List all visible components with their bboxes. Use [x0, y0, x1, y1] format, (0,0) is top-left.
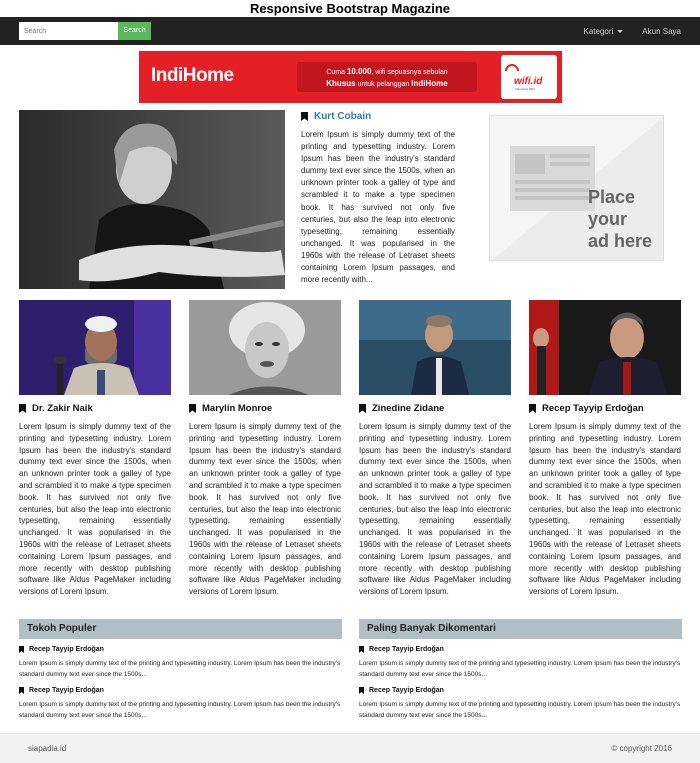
list-item: Recep Tayyip Erdoğan Lorem Ipsum is simp… [359, 686, 682, 721]
top-navbar: Search Kategori Akun Saya [0, 17, 700, 45]
article-photo[interactable] [19, 300, 171, 395]
list-item-text: Lorem Ipsum is simply dummy text of the … [19, 660, 341, 678]
kategori-dropdown[interactable]: Kategori [584, 27, 624, 36]
featured-photo[interactable] [19, 110, 285, 289]
bookmark-icon [359, 646, 364, 653]
footer-copyright: © copyright 2016 [611, 744, 672, 753]
ad-placeholder[interactable]: Place your ad here [489, 115, 664, 261]
list-item-title[interactable]: Recep Tayyip Erdoğan [19, 686, 342, 695]
article-title[interactable]: Marylin Monroe [189, 402, 341, 415]
indihome-logo: IndiHome [151, 65, 234, 86]
indihome-banner-ad[interactable]: IndiHome Cuma 10.000, wifi sepuasnya seb… [139, 51, 562, 103]
featured-text: Lorem Ipsum is simply dummy text of the … [301, 130, 455, 285]
bookmark-icon [359, 404, 366, 413]
article-title[interactable]: Dr. Zakir Naik [19, 402, 171, 415]
search-button[interactable]: Search [118, 22, 151, 40]
list-item-text: Lorem Ipsum is simply dummy text of the … [19, 701, 341, 719]
banner-message: Cuma 10.000, wifi sepuasnya sebulan Khus… [297, 62, 477, 92]
list-item: Recep Tayyip Erdoğan Lorem Ipsum is simp… [19, 686, 342, 721]
article-title[interactable]: Zinedine Zidane [359, 402, 511, 415]
footer: siapadia.id © copyright 2016 [0, 733, 700, 763]
page-title: Responsive Bootstrap Magazine [249, 1, 451, 16]
nav-menu: Kategori Akun Saya [584, 17, 682, 45]
banner-line-2: Khusus untuk pelanggan IndiHome [326, 79, 448, 88]
ad-placeholder-text: Place your ad here [588, 187, 653, 251]
featured-title[interactable]: Kurt Cobain [301, 111, 371, 122]
article-card: Marylin Monroe Lorem Ipsum is simply dum… [189, 300, 341, 598]
bookmark-icon [359, 687, 364, 694]
article-photo[interactable] [529, 300, 681, 395]
article-card: Recep Tayyip Erdoğan Lorem Ipsum is simp… [529, 300, 681, 598]
list-item-text: Lorem Ipsum is simply dummy text of the … [359, 701, 681, 719]
list-item-text: Lorem Ipsum is simply dummy text of the … [359, 660, 681, 678]
article-excerpt: Lorem Ipsum is simply dummy text of the … [189, 422, 341, 597]
list-item: Recep Tayyip Erdoğan Lorem Ipsum is simp… [19, 645, 342, 680]
bookmark-icon [19, 404, 26, 413]
tokoh-populer-header: Tokoh Populer [19, 619, 342, 639]
article-photo[interactable] [189, 300, 341, 395]
article-card: Dr. Zakir Naik Lorem Ipsum is simply dum… [19, 300, 171, 598]
list-item-title[interactable]: Recep Tayyip Erdoğan [359, 686, 682, 695]
list-item-title[interactable]: Recep Tayyip Erdoğan [359, 645, 682, 654]
search-input[interactable] [19, 22, 119, 40]
akun-saya-link[interactable]: Akun Saya [642, 27, 681, 36]
akun-saya-label: Akun Saya [642, 26, 681, 36]
bookmark-icon [301, 112, 308, 121]
paling-banyak-dikomentari-header: Paling Banyak Dikomentari [359, 619, 682, 639]
footer-site-name: siapadia.id [28, 744, 67, 753]
article-photo[interactable] [359, 300, 511, 395]
featured-name[interactable]: Kurt Cobain [314, 111, 371, 122]
kategori-label: Kategori [583, 26, 614, 36]
caret-down-icon [617, 29, 624, 33]
bookmark-icon [19, 646, 24, 653]
article-card: Zinedine Zidane Lorem Ipsum is simply du… [359, 300, 511, 598]
bookmark-icon [529, 404, 536, 413]
bookmark-icon [19, 687, 24, 694]
list-item-title[interactable]: Recep Tayyip Erdoğan [19, 645, 342, 654]
article-excerpt: Lorem Ipsum is simply dummy text of the … [19, 422, 171, 597]
wifi-id-logo: wifi.id Indonesia WiFi [501, 55, 557, 99]
list-item: Recep Tayyip Erdoğan Lorem Ipsum is simp… [359, 645, 682, 680]
banner-line-1: Cuma 10.000, wifi sepuasnya sebulan [326, 67, 448, 76]
article-excerpt: Lorem Ipsum is simply dummy text of the … [359, 422, 511, 597]
article-excerpt: Lorem Ipsum is simply dummy text of the … [529, 422, 681, 597]
article-title[interactable]: Recep Tayyip Erdoğan [529, 402, 681, 415]
bookmark-icon [189, 404, 196, 413]
